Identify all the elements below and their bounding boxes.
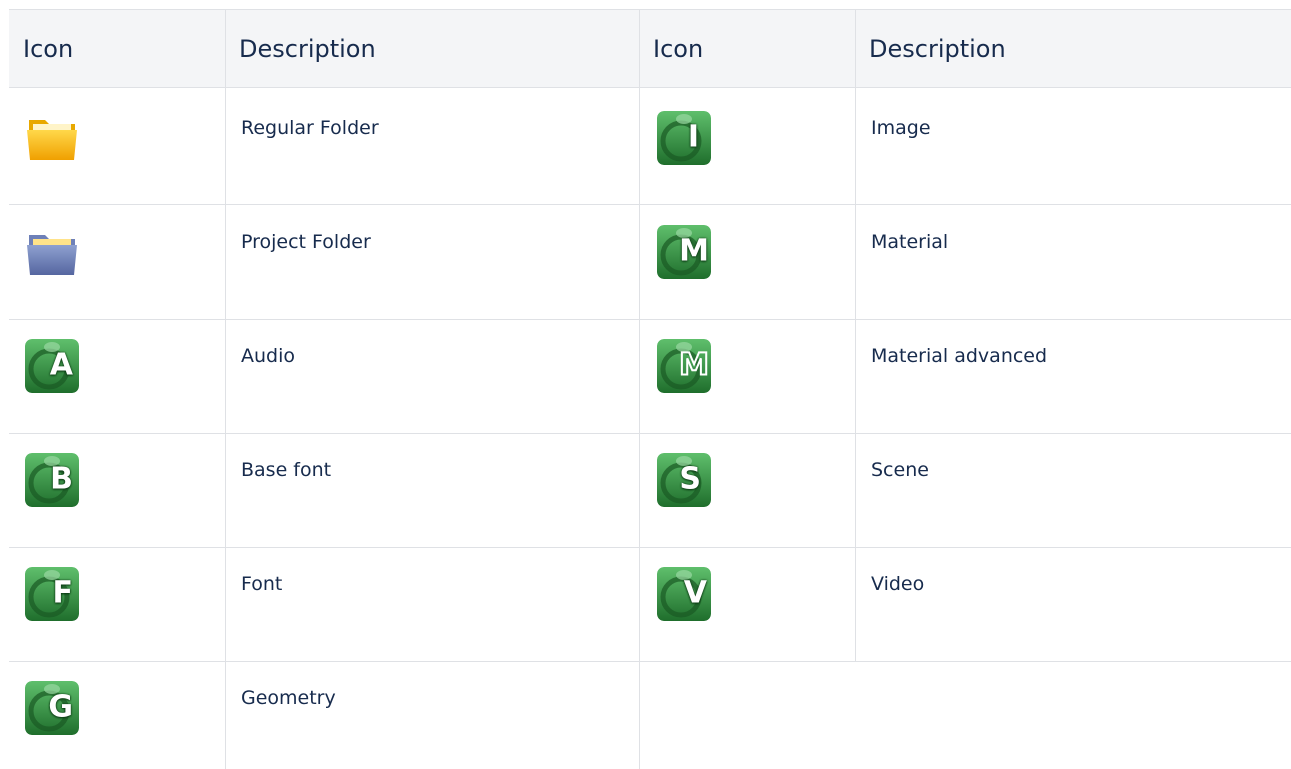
description-audio: Audio (241, 345, 296, 367)
divider (9, 433, 1291, 434)
divider (9, 319, 1291, 320)
description-geometry: Geometry (241, 687, 336, 709)
header-description-right: Description (869, 35, 1006, 63)
divider (9, 547, 1291, 548)
table-header-row: Icon Description Icon Description (9, 9, 1291, 88)
header-description-left: Description (239, 35, 376, 63)
base-font-icon: B (25, 453, 79, 507)
material-icon: M (657, 225, 711, 279)
icon-letter: F (52, 575, 74, 611)
description-video: Video (871, 573, 925, 595)
audio-icon: A (25, 339, 79, 393)
material-advanced-icon: M (657, 339, 711, 393)
font-icon: F (25, 567, 79, 621)
description-project-folder: Project Folder (241, 231, 371, 253)
icon-letter: V (683, 575, 707, 611)
icon-letter: G (48, 689, 73, 725)
description-material-advanced: Material advanced (871, 345, 1048, 367)
project-folder-icon (25, 225, 79, 279)
icon-letter: B (50, 461, 73, 497)
scene-icon: S (657, 453, 711, 507)
divider (639, 9, 640, 769)
image-icon: I (657, 111, 711, 165)
divider (855, 9, 856, 662)
header-icon-left: Icon (23, 35, 74, 63)
description-font: Font (241, 573, 283, 595)
divider (225, 9, 226, 769)
icon-letter: S (679, 461, 701, 497)
icon-letter: M (678, 347, 710, 383)
icon-letter: M (679, 233, 709, 269)
divider (9, 661, 1291, 662)
description-scene: Scene (871, 459, 929, 481)
description-base-font: Base font (241, 459, 332, 481)
video-icon: V (657, 567, 711, 621)
geometry-icon: G (25, 681, 79, 735)
divider (9, 204, 1291, 205)
icon-letter: A (49, 347, 73, 383)
icon-letter: I (687, 119, 699, 155)
regular-folder-icon (25, 110, 79, 164)
header-icon-right: Icon (653, 35, 704, 63)
description-regular-folder: Regular Folder (241, 117, 379, 139)
asset-icon-table: Icon Description Icon Description Regula… (9, 9, 1291, 769)
description-image: Image (871, 117, 931, 139)
description-material: Material (871, 231, 949, 253)
